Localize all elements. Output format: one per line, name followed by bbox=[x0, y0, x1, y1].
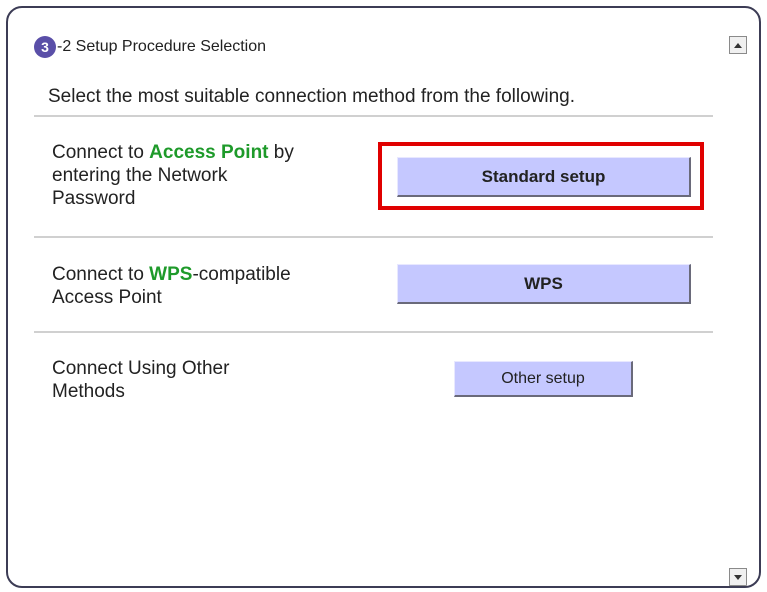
instruction-text: Select the most suitable connection meth… bbox=[48, 86, 576, 107]
option-text: Connect to bbox=[52, 142, 150, 163]
step-number-badge: 3 bbox=[34, 36, 56, 58]
divider bbox=[34, 331, 713, 333]
option-text: by bbox=[268, 142, 294, 163]
option-text: Password bbox=[52, 188, 136, 209]
option-standard-description: Connect to Access Point by entering the … bbox=[52, 141, 294, 210]
option-text: Connect Using Other bbox=[52, 358, 230, 379]
triangle-up-icon bbox=[734, 42, 742, 48]
page-title: 3 -2 Setup Procedure Selection bbox=[34, 36, 266, 58]
option-text: Methods bbox=[52, 381, 125, 402]
option-other-description: Connect Using Other Methods bbox=[52, 357, 229, 403]
option-text: -compatible bbox=[192, 264, 291, 285]
scroll-down-button[interactable] bbox=[729, 568, 747, 586]
other-setup-button[interactable]: Other setup bbox=[454, 361, 633, 397]
wps-highlight: WPS bbox=[149, 264, 193, 285]
option-wps-description: Connect to WPS-compatible Access Point bbox=[52, 263, 291, 309]
divider bbox=[34, 115, 713, 117]
vertical-scrollbar[interactable] bbox=[729, 36, 749, 586]
option-text: Access Point bbox=[52, 287, 162, 308]
option-text: Connect to bbox=[52, 264, 150, 285]
divider bbox=[34, 236, 713, 238]
option-text: entering the Network bbox=[52, 165, 228, 186]
scroll-up-button[interactable] bbox=[729, 36, 747, 54]
wps-button[interactable]: WPS bbox=[397, 264, 691, 304]
access-point-highlight: Access Point bbox=[149, 142, 269, 163]
triangle-down-icon bbox=[734, 574, 742, 580]
page-title-text: -2 Setup Procedure Selection bbox=[57, 38, 267, 55]
standard-setup-button[interactable]: Standard setup bbox=[397, 157, 691, 197]
